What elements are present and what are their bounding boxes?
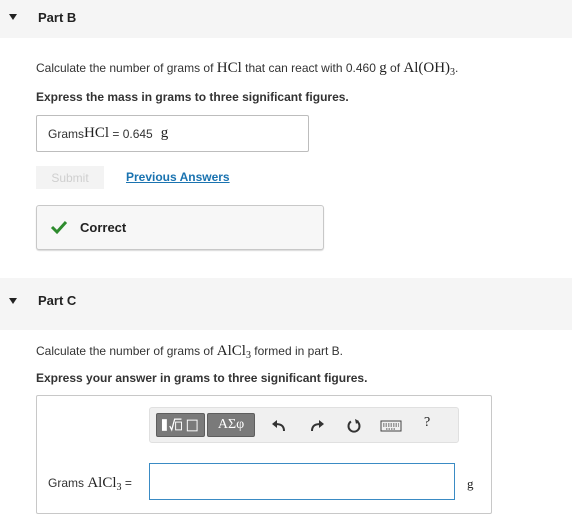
part-c-answer-panel: ΑΣφ ? Grams AlCl3 = g (36, 395, 492, 514)
submit-button[interactable]: Submit (36, 166, 104, 189)
undo-icon[interactable] (268, 415, 290, 437)
keyboard-icon[interactable] (379, 415, 403, 437)
previous-answers-link[interactable]: Previous Answers (126, 170, 230, 184)
collapse-caret-icon[interactable] (9, 298, 17, 304)
math-toolbar: ΑΣφ ? (149, 407, 459, 443)
feedback-label: Correct (80, 220, 127, 235)
redo-icon[interactable] (306, 415, 328, 437)
help-button[interactable]: ? (424, 415, 430, 431)
part-b-answer-value: 0.645 (122, 126, 153, 141)
check-icon (50, 220, 68, 235)
part-c-header[interactable]: Part C (0, 278, 572, 330)
part-b-instruction: Express the mass in grams to three signi… (36, 90, 349, 104)
part-c-answer-input[interactable] (149, 463, 455, 500)
reset-icon[interactable] (343, 415, 365, 437)
part-b-header[interactable]: Part B (0, 0, 572, 38)
collapse-caret-icon[interactable] (9, 14, 17, 20)
templates-icon (161, 418, 198, 432)
part-c-question: Calculate the number of grams of AlCl3 f… (36, 343, 343, 361)
part-c-input-label: Grams AlCl3 = (48, 475, 136, 493)
templates-button[interactable] (156, 413, 205, 437)
part-c-instruction: Express your answer in grams to three si… (36, 371, 368, 385)
greek-symbols-button[interactable]: ΑΣφ (207, 413, 255, 437)
unit-label: g (467, 476, 474, 491)
part-b-question: Calculate the number of grams of HCl tha… (36, 60, 459, 78)
feedback-correct-box: Correct (36, 205, 324, 250)
toolbar-button-group: ΑΣφ (156, 413, 255, 439)
part-b-answer-display: Grams HCl = 0.645 g (36, 115, 309, 152)
part-b-title: Part B (38, 10, 77, 25)
part-c-title: Part C (38, 293, 77, 308)
